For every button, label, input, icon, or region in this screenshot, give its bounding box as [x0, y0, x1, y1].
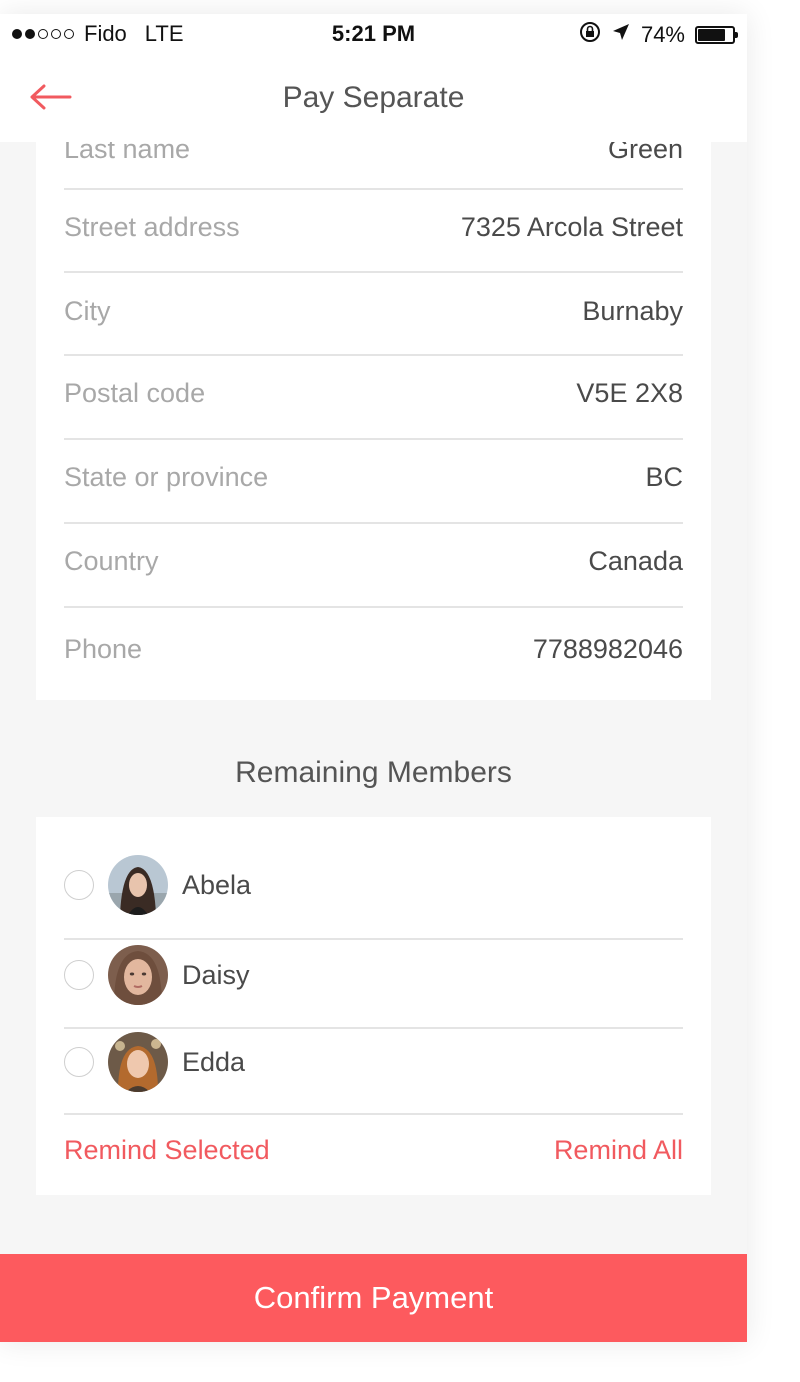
section-title-remaining-members: Remaining Members: [235, 756, 512, 789]
divider: [64, 522, 683, 524]
field-value: Canada: [588, 546, 683, 576]
phone-screen: Fido LTE 5:21 PM 74% Pay Separate Last n…: [0, 14, 747, 1342]
divider: [64, 188, 683, 190]
avatar: [108, 1032, 168, 1092]
status-right: 74%: [579, 21, 738, 49]
member-select-radio[interactable]: [64, 870, 94, 900]
member-name: Edda: [182, 1046, 246, 1077]
location-arrow-icon: [611, 22, 631, 48]
field-row-country[interactable]: Country Canada: [64, 546, 683, 577]
member-name: Daisy: [182, 959, 250, 990]
remind-selected-button[interactable]: Remind Selected: [64, 1135, 270, 1166]
avatar: [108, 855, 168, 915]
member-row-abela[interactable]: Abela: [64, 850, 683, 920]
field-label: Street address: [64, 212, 240, 242]
divider: [64, 1113, 683, 1115]
field-row-postal-code[interactable]: Postal code V5E 2X8: [64, 378, 683, 409]
member-row-daisy[interactable]: Daisy: [64, 940, 683, 1010]
divider: [64, 354, 683, 356]
field-value: Burnaby: [582, 296, 683, 326]
rotation-lock-icon: [579, 21, 601, 49]
avatar: [108, 945, 168, 1005]
member-select-radio[interactable]: [64, 960, 94, 990]
field-label: Country: [64, 546, 159, 576]
field-value: V5E 2X8: [576, 378, 683, 408]
field-label: Postal code: [64, 378, 206, 408]
divider: [64, 438, 683, 440]
field-label: Phone: [64, 634, 143, 664]
field-row-state-province[interactable]: State or province BC: [64, 462, 683, 493]
status-bar: Fido LTE 5:21 PM 74%: [0, 14, 747, 54]
member-name: Abela: [182, 869, 252, 900]
field-row-phone[interactable]: Phone 7788982046: [64, 634, 683, 665]
confirm-payment-button[interactable]: Confirm Payment: [0, 1254, 747, 1342]
field-label: State or province: [64, 462, 269, 492]
divider: [64, 271, 683, 273]
field-row-street-address[interactable]: Street address 7325 Arcola Street: [64, 212, 683, 243]
battery-fill: [698, 29, 725, 41]
field-label: City: [64, 296, 111, 326]
member-select-radio[interactable]: [64, 1047, 94, 1077]
navigation-bar: Pay Separate: [0, 54, 747, 142]
page-title: Pay Separate: [282, 81, 465, 114]
divider: [64, 606, 683, 608]
field-value: 7788982046: [532, 634, 683, 664]
remind-all-button[interactable]: Remind All: [554, 1135, 683, 1166]
battery-icon: [695, 26, 738, 44]
field-row-city[interactable]: City Burnaby: [64, 296, 683, 327]
member-row-edda[interactable]: Edda: [64, 1027, 683, 1097]
battery-percent: 74%: [640, 22, 685, 47]
members-card: Abela Daisy Edda Remind Selected Remind …: [36, 817, 711, 1195]
field-value: BC: [645, 462, 683, 492]
field-value: 7325 Arcola Street: [460, 212, 683, 242]
